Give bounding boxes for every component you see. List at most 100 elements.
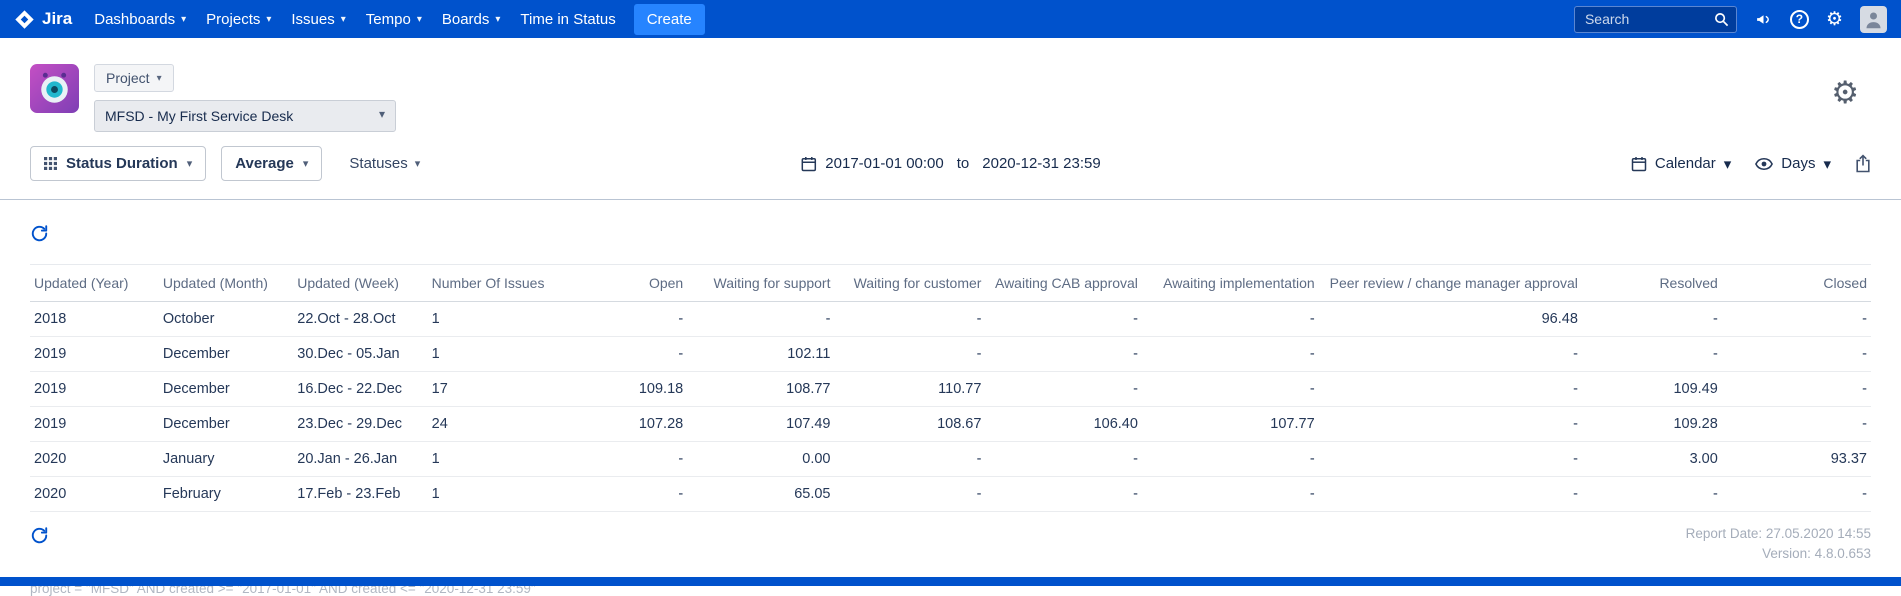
table-cell: 1	[427, 476, 563, 512]
table-row[interactable]: 2019 December 23.Dec - 29.Dec 24 107.28 107.4…	[30, 406, 1871, 442]
table-cell: 106.40	[985, 406, 1142, 442]
table-cell: -	[1721, 476, 1871, 512]
nav-item-label: Issues	[291, 10, 335, 28]
table-cell: -	[1581, 476, 1722, 512]
nav-item-projects[interactable]: Projects ▾	[196, 0, 281, 38]
report-settings-gear-icon[interactable]: ⚙	[1831, 77, 1859, 108]
table-cell: -	[834, 441, 986, 477]
column-header: Open	[562, 264, 688, 302]
jira-brand[interactable]: Jira	[14, 9, 72, 30]
chevron-down-icon: ▾	[495, 13, 501, 25]
table-cell: -	[1721, 371, 1871, 407]
table-cell: 93.37	[1721, 441, 1871, 477]
report-meta: Report Date: 27.05.2020 14:55 Version: 4…	[1686, 524, 1871, 565]
create-button[interactable]: Create	[633, 3, 705, 35]
date-from: 2017-01-01 00:00	[825, 155, 944, 172]
chevron-down-icon: ▾	[1723, 155, 1732, 173]
nav-item-label: Dashboards	[94, 10, 176, 28]
scope-dropdown-button[interactable]: Project ▾	[94, 64, 174, 92]
table-cell: 17.Feb - 23.Feb	[293, 476, 428, 512]
column-header: Closed	[1721, 264, 1871, 302]
table-row[interactable]: 2019 December 30.Dec - 05.Jan 1-102.11- - - - -…	[30, 336, 1871, 372]
view-mode-dropdown[interactable]: Calendar ▾	[1631, 155, 1731, 173]
table-cell: 107.28	[562, 406, 688, 442]
search-box	[1573, 5, 1737, 33]
table-cell: 0.00	[687, 441, 835, 477]
project-select[interactable]: MFSD - My First Service Desk	[94, 100, 396, 132]
chevron-down-icon: ▾	[340, 13, 346, 25]
nav-item-dashboards[interactable]: Dashboards ▾	[84, 0, 196, 38]
column-header: Waiting for support	[687, 264, 835, 302]
table-cell: -	[1318, 336, 1582, 372]
nav-item-label: Projects	[206, 10, 261, 28]
user-avatar[interactable]	[1860, 5, 1887, 33]
report-type-label: Status Duration	[66, 155, 178, 172]
chevron-down-icon: ▾	[266, 13, 272, 25]
table-row[interactable]: 2018 October 22.Oct - 28.Oct 1- - - - -96.48- -	[30, 301, 1871, 337]
report-footer: Report Date: 27.05.2020 14:55 Version: 4…	[30, 524, 1871, 565]
nav-item-time-in-status[interactable]: Time in Status	[510, 0, 625, 38]
table-cell: 2019	[30, 371, 159, 407]
nav-item-label: Boards	[441, 10, 490, 28]
eye-icon	[1755, 157, 1774, 170]
table-cell: -	[1141, 371, 1319, 407]
project-select-wrap: MFSD - My First Service Desk	[94, 100, 396, 132]
unit-dropdown[interactable]: Days ▾	[1755, 155, 1831, 173]
status-duration-table: Updated (Year) Updated (Month) Updated (We…	[30, 264, 1871, 512]
column-header: Resolved	[1581, 264, 1722, 302]
table-cell: 109.28	[1581, 406, 1722, 442]
export-icon[interactable]	[1855, 154, 1871, 173]
table-cell: -	[1141, 441, 1319, 477]
chevron-down-icon: ▾	[186, 158, 193, 170]
table-row[interactable]: 2020 January 20.Jan - 26.Jan 1-0.00- - - -3.00…	[30, 441, 1871, 477]
calendar-icon	[1631, 156, 1647, 172]
table-cell: -	[985, 371, 1142, 407]
table-cell: -	[1721, 336, 1871, 372]
date-separator: to	[956, 155, 970, 172]
table-cell: 16.Dec - 22.Dec	[293, 371, 428, 407]
search-icon[interactable]	[1714, 12, 1729, 32]
table-cell: -	[562, 301, 688, 337]
table-cell: -	[1581, 336, 1722, 372]
statuses-dropdown[interactable]: Statuses ▾	[349, 155, 420, 172]
table-cell: 96.48	[1318, 301, 1582, 337]
chevron-down-icon: ▾	[302, 158, 309, 170]
nav-item-issues[interactable]: Issues ▾	[281, 0, 355, 38]
top-navbar: Jira Dashboards ▾ Projects ▾ Issues ▾ Tempo ▾ Bo…	[0, 0, 1901, 38]
refresh-icon[interactable]	[30, 224, 49, 243]
table-cell: 102.11	[687, 336, 835, 372]
table-cell: 24	[427, 406, 563, 442]
table-cell: -	[1141, 336, 1319, 372]
statuses-label: Statuses	[349, 155, 408, 172]
table-cell: -	[1581, 301, 1722, 337]
date-range-picker[interactable]: 2017-01-01 00:00 to 2020-12-31 23:59	[800, 155, 1101, 172]
settings-gear-icon[interactable]: ⚙	[1826, 10, 1843, 29]
table-cell: 109.18	[562, 371, 688, 407]
table-cell: December	[158, 336, 294, 372]
report-version: Version: 4.8.0.653	[1762, 546, 1871, 562]
table-cell: 2020	[30, 476, 159, 512]
refresh-icon[interactable]	[30, 526, 49, 545]
table-cell: 1	[427, 336, 563, 372]
search-input[interactable]	[1573, 5, 1737, 33]
table-cell: -	[562, 476, 688, 512]
column-header: Awaiting CAB approval	[985, 264, 1142, 302]
table-cell: 3.00	[1581, 441, 1722, 477]
nav-item-boards[interactable]: Boards ▾	[432, 0, 511, 38]
help-icon[interactable]: ?	[1789, 9, 1809, 29]
brand-label: Jira	[42, 9, 73, 28]
table-row[interactable]: 2019 December 16.Dec - 22.Dec 17 109.18 108.7…	[30, 371, 1871, 407]
announcement-icon[interactable]	[1754, 11, 1773, 28]
table-cell: -	[1141, 301, 1319, 337]
table-cell: -	[985, 336, 1142, 372]
report-type-button[interactable]: Status Duration ▾	[30, 146, 207, 181]
aggregation-button[interactable]: Average ▾	[221, 146, 323, 181]
report-content: Updated (Year) Updated (Month) Updated (We…	[0, 200, 1901, 596]
table-cell: 23.Dec - 29.Dec	[293, 406, 428, 442]
nav-item-tempo[interactable]: Tempo ▾	[356, 0, 432, 38]
report-toolbar: Status Duration ▾ Average ▾ Statuses ▾ 2…	[0, 142, 1901, 200]
table-cell: 17	[427, 371, 563, 407]
table-row[interactable]: 2020 February 17.Feb - 23.Feb 1-65.05- - - - - -	[30, 476, 1871, 512]
table-cell: -	[562, 441, 688, 477]
chevron-down-icon: ▾	[181, 13, 187, 25]
